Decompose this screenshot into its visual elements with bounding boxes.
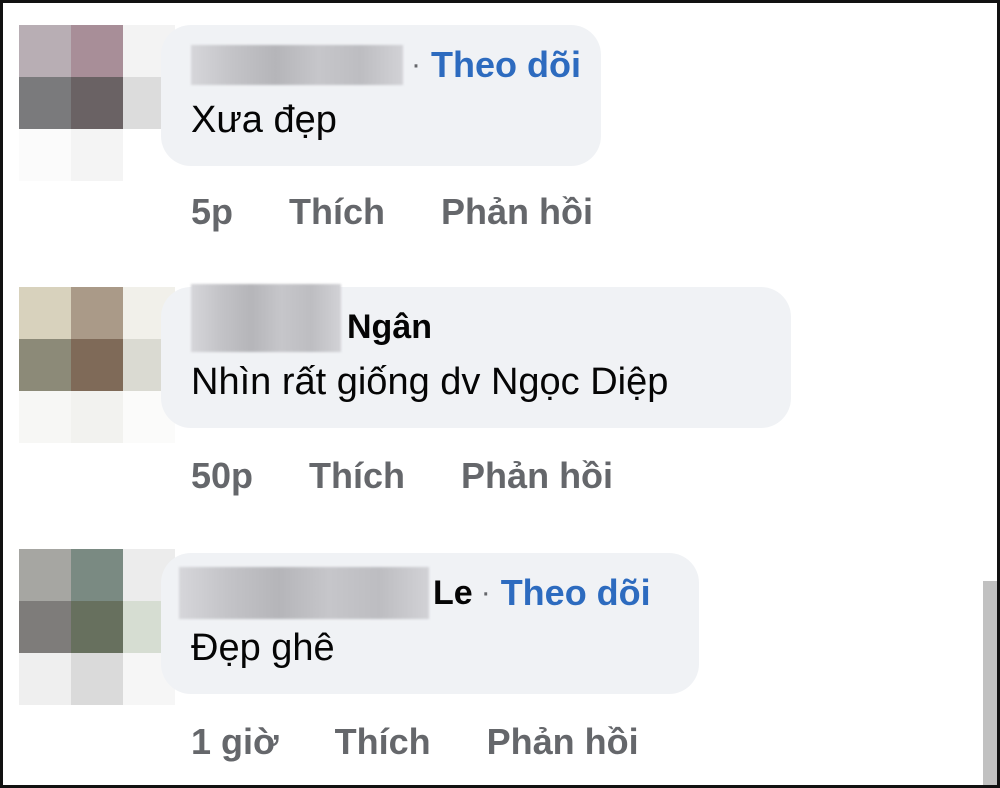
separator-dot: · [480, 576, 491, 609]
blurred-author-name [179, 567, 429, 619]
like-button[interactable]: Thích [309, 455, 405, 497]
comment-text: Xưa đẹp [191, 99, 337, 141]
comment-time[interactable]: 1 giờ [191, 721, 279, 763]
author-name-row[interactable]: · Theo dõi [191, 43, 581, 87]
comment-text: Đẹp ghê [191, 627, 335, 669]
comment-item: Le · Theo dõi Đẹp ghê 1 giờ Thích Phản h… [19, 549, 979, 779]
avatar[interactable] [19, 25, 175, 181]
author-name-suffix: Le [433, 573, 473, 612]
comment-actions: 5p Thích Phản hồi [191, 191, 593, 233]
comment-item: · Theo dõi Xưa đẹp 5p Thích Phản hồi [19, 25, 979, 235]
comment-bubble: · Theo dõi Xưa đẹp [161, 25, 601, 166]
reply-button[interactable]: Phản hồi [487, 721, 639, 763]
comment-time[interactable]: 5p [191, 191, 233, 233]
comment-item: Ngân Nhìn rất giống dv Ngọc Diệp 50p Thí… [19, 284, 979, 507]
comment-thread: · Theo dõi Xưa đẹp 5p Thích Phản hồi Ngâ… [0, 0, 1000, 788]
author-name-row[interactable]: Le · Theo dõi [179, 567, 651, 619]
comment-time[interactable]: 50p [191, 455, 253, 497]
follow-link[interactable]: Theo dõi [501, 572, 651, 614]
reply-button[interactable]: Phản hồi [441, 191, 593, 233]
like-button[interactable]: Thích [335, 721, 431, 763]
blurred-author-name [191, 284, 341, 352]
follow-link[interactable]: Theo dõi [431, 44, 581, 86]
scrollbar-thumb[interactable] [983, 581, 997, 785]
comment-bubble: Le · Theo dõi Đẹp ghê [161, 553, 699, 694]
comment-bubble: Ngân Nhìn rất giống dv Ngọc Diệp [161, 284, 791, 428]
blurred-author-name [191, 45, 403, 85]
comment-actions: 1 giờ Thích Phản hồi [191, 721, 639, 763]
comment-actions: 50p Thích Phản hồi [191, 455, 613, 497]
separator-dot: · [411, 48, 421, 81]
like-button[interactable]: Thích [289, 191, 385, 233]
author-name-suffix: Ngân [347, 307, 432, 346]
author-name-row[interactable]: Ngân [191, 284, 432, 352]
avatar[interactable] [19, 287, 175, 443]
avatar[interactable] [19, 549, 175, 705]
reply-button[interactable]: Phản hồi [461, 455, 613, 497]
comment-text: Nhìn rất giống dv Ngọc Diệp [191, 361, 669, 403]
